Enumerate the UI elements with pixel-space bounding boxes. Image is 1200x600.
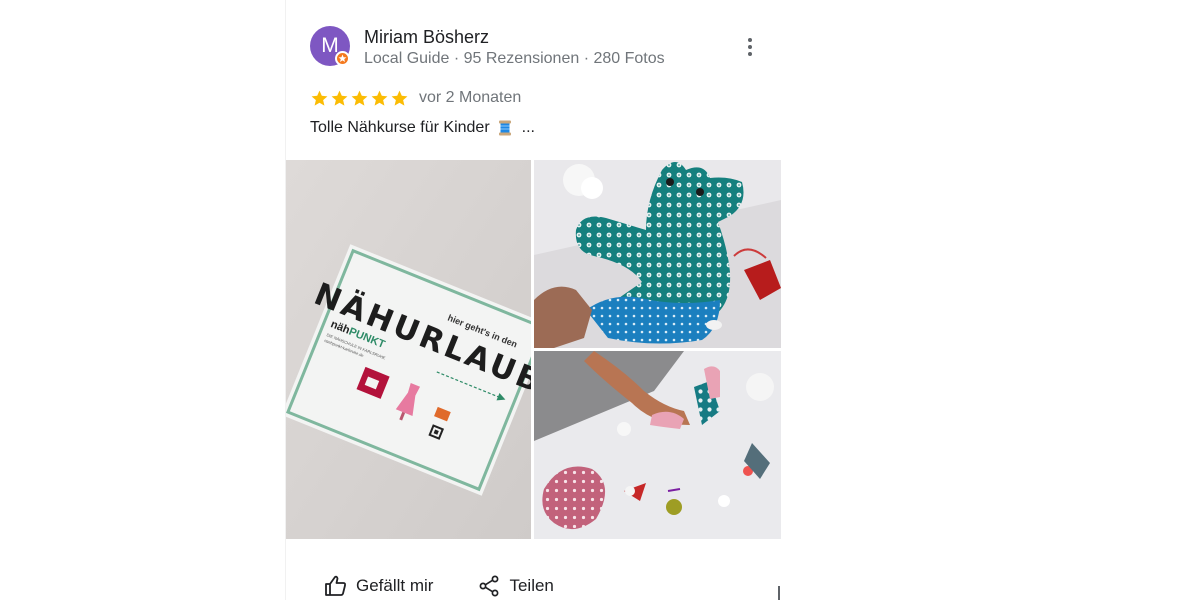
photo-teddy[interactable] [534, 160, 781, 348]
star-icon [371, 90, 388, 106]
scrollbar-marker [778, 586, 780, 600]
star-icon [331, 90, 348, 106]
review-date: vor 2 Monaten [419, 89, 522, 106]
review-photos: hier geht's in den NÄHURLAUB nähPUNKT DI… [286, 160, 781, 539]
star-rating [310, 89, 409, 108]
share-icon [480, 575, 499, 597]
author-meta: Local Guide · 95 Rezensionen · 280 Fotos [364, 50, 665, 67]
rating-row: vor 2 Monaten [310, 88, 521, 108]
like-label: Gefällt mir [356, 576, 434, 595]
thumbs-up-icon [325, 575, 346, 596]
review-actions: Gefällt mir Teilen [324, 574, 554, 598]
share-label: Teilen [509, 576, 554, 595]
share-button[interactable]: Teilen [477, 574, 554, 598]
star-icon [351, 90, 368, 106]
review-card: M Miriam Bösherz Local Guide · 95 Rezens… [285, 0, 781, 600]
more-options-icon[interactable] [742, 37, 758, 57]
star-icon [391, 90, 408, 106]
review-text-body: Tolle Nähkurse für Kinder [310, 119, 490, 136]
read-more-link[interactable]: ... [522, 119, 535, 137]
review-header: M Miriam Bösherz Local Guide · 95 Rezens… [310, 24, 760, 72]
local-guide-badge-icon [335, 51, 350, 66]
photo-sign[interactable]: hier geht's in den NÄHURLAUB nähPUNKT DI… [286, 160, 531, 539]
spool-of-thread-icon [498, 120, 511, 136]
author-name[interactable]: Miriam Bösherz [364, 27, 489, 48]
review-text: Tolle Nähkurse für Kinder ... [310, 119, 535, 137]
star-icon [311, 90, 328, 106]
like-button[interactable]: Gefällt mir [324, 574, 433, 598]
photo-kids[interactable] [534, 351, 781, 539]
